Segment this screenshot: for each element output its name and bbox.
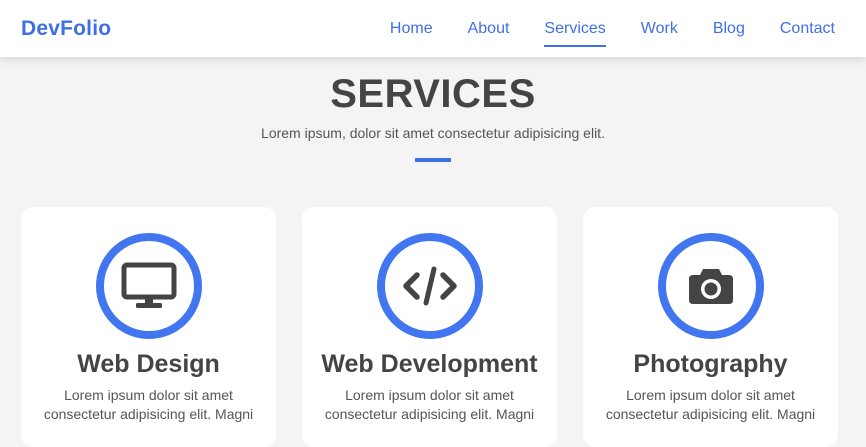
service-description: Lorem ipsum dolor sit amet consectetur a… (605, 387, 816, 422)
code-icon (376, 233, 483, 339)
service-title: Photography (633, 350, 788, 378)
service-card-web-design: Web Design Lorem ipsum dolor sit amet co… (21, 207, 276, 447)
nav-about-link[interactable]: About (468, 19, 510, 39)
navbar: DevFolio Home About Services Work Blog C… (0, 0, 866, 57)
brand-logo[interactable]: DevFolio (21, 17, 111, 41)
camera-icon (657, 233, 764, 339)
nav-services-link[interactable]: Services (544, 19, 607, 47)
service-description: Lorem ipsum dolor sit amet consectetur a… (43, 387, 254, 422)
nav-home-link[interactable]: Home (390, 19, 433, 39)
service-description: Lorem ipsum dolor sit amet consectetur a… (324, 387, 535, 422)
services-header: SERVICES Lorem ipsum, dolor sit amet con… (0, 70, 866, 162)
desktop-icon (95, 233, 202, 339)
service-title: Web Design (77, 350, 220, 378)
section-subtitle: Lorem ipsum, dolor sit amet consectetur … (261, 125, 605, 141)
nav-blog-link[interactable]: Blog (713, 19, 745, 39)
section-title: SERVICES (330, 72, 536, 116)
service-card-photography: Photography Lorem ipsum dolor sit amet c… (583, 207, 838, 447)
service-card-web-development: Web Development Lorem ipsum dolor sit am… (302, 207, 557, 447)
section-divider (415, 158, 451, 162)
nav-contact-link[interactable]: Contact (780, 19, 835, 39)
main-nav: Home About Services Work Blog Contact (355, 19, 835, 47)
nav-work-link[interactable]: Work (641, 19, 678, 39)
service-title: Web Development (321, 350, 538, 378)
